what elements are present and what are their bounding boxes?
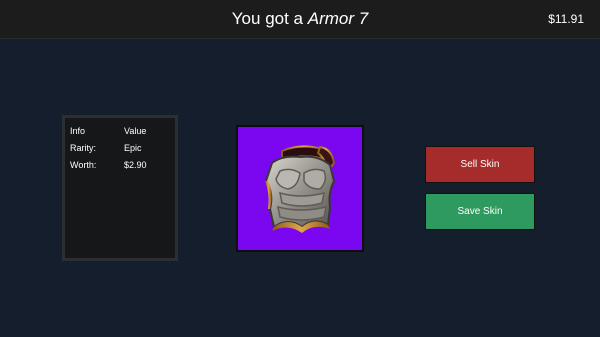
save-skin-button[interactable]: Save Skin [425,193,535,230]
reward-item-name: Armor 7 [307,9,369,28]
reward-title-prefix: You got a [231,9,304,28]
info-row-value: $2.90 [124,160,147,170]
sell-skin-button[interactable]: Sell Skin [425,146,535,183]
info-row-key: Rarity: [70,143,97,153]
info-header-key: Info [70,126,86,136]
info-panel: Info Value Rarity: Epic Worth: $2.90 [62,115,178,261]
info-row-value: Epic [124,143,142,153]
reward-title: You got a Armor 7 [0,8,600,30]
top-bar: You got a Armor 7 $11.91 [0,0,600,39]
info-header-value: Value [124,126,147,136]
info-row-key: Worth: [70,160,97,170]
armor-chestplate-icon [264,145,336,233]
balance-display: $11.91 [548,12,584,26]
skin-preview [236,125,364,252]
